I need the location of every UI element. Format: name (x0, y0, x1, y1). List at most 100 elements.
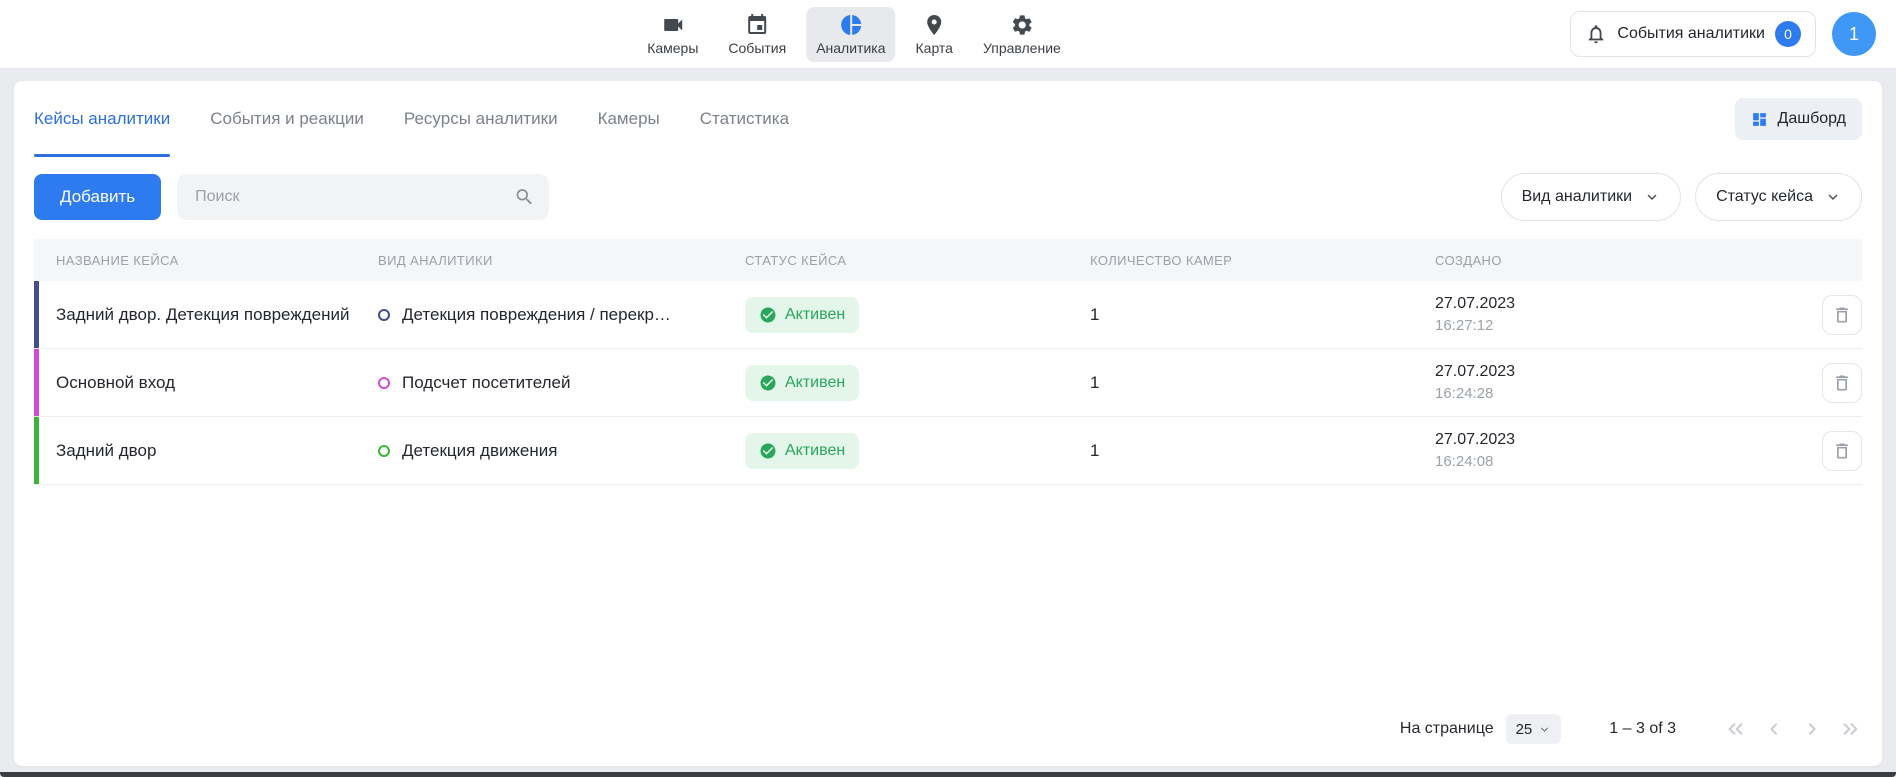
delete-case-button[interactable] (1822, 295, 1862, 335)
nav-item-cameras[interactable]: Камеры (637, 7, 708, 62)
status-label: Активен (785, 374, 845, 392)
header-right: События аналитики 0 1 (1570, 11, 1876, 57)
status-cell: Активен (745, 365, 1090, 401)
nav-item-analytics[interactable]: Аналитика (806, 7, 895, 62)
tab-statistics[interactable]: Статистика (700, 81, 789, 157)
cases-table: НАЗВАНИЕ КЕЙСА ВИД АНАЛИТИКИ СТАТУС КЕЙС… (34, 239, 1862, 485)
status-cell: Активен (745, 433, 1090, 469)
check-circle-icon (759, 374, 777, 392)
case-name: Основной вход (34, 373, 378, 393)
analytics-type-label: Подсчет посетителей (402, 373, 570, 393)
camera-count: 1 (1090, 305, 1435, 325)
nav-label-analytics: Аналитика (816, 40, 885, 56)
status-badge: Активен (745, 433, 859, 469)
window-bottom-edge (0, 772, 1896, 777)
events-count-badge: 0 (1775, 21, 1801, 47)
tabs: Кейсы аналитики События и реакции Ресурс… (34, 81, 829, 157)
gear-icon (1010, 13, 1034, 37)
trash-icon (1832, 441, 1852, 461)
analytics-type-filter[interactable]: Вид аналитики (1501, 173, 1682, 221)
pie-chart-icon (839, 13, 863, 37)
analytics-type-filter-label: Вид аналитики (1522, 188, 1633, 206)
status-label: Активен (785, 442, 845, 460)
analytics-events-label: События аналитики (1617, 25, 1765, 43)
last-page-button[interactable] (1838, 717, 1862, 741)
first-page-button[interactable] (1724, 717, 1748, 741)
actions-cell (1806, 363, 1862, 403)
case-color-stripe (34, 281, 39, 348)
col-header-created: СОЗДАНО (1435, 253, 1806, 268)
tabs-row: Кейсы аналитики События и реакции Ресурс… (34, 81, 1862, 157)
created-date: 27.07.2023 (1435, 431, 1806, 449)
prev-page-button[interactable] (1762, 717, 1786, 741)
next-page-button[interactable] (1800, 717, 1824, 741)
analytics-type-icon (378, 309, 390, 321)
nav-label-map: Карта (916, 40, 953, 56)
table-row[interactable]: Основной вход Подсчет посетителей Активе… (34, 349, 1862, 417)
main-nav: Камеры События Аналитика Карта Управлени… (637, 0, 1071, 68)
col-header-camera-count: КОЛИЧЕСТВО КАМЕР (1090, 253, 1435, 268)
check-circle-icon (759, 306, 777, 324)
status-badge: Активен (745, 297, 859, 333)
case-name: Задний двор (34, 441, 378, 461)
chevron-down-icon (1538, 723, 1551, 736)
trash-icon (1832, 305, 1852, 325)
created-cell: 27.07.2023 16:24:08 (1435, 431, 1806, 470)
double-chevron-left-icon (1724, 717, 1748, 741)
table-row[interactable]: Задний двор Детекция движения Активен 1 … (34, 417, 1862, 485)
dashboard-button[interactable]: Дашборд (1735, 98, 1863, 140)
analytics-type-icon (378, 377, 390, 389)
created-date: 27.07.2023 (1435, 295, 1806, 313)
created-time: 16:24:28 (1435, 385, 1806, 402)
table-header-row: НАЗВАНИЕ КЕЙСА ВИД АНАЛИТИКИ СТАТУС КЕЙС… (34, 239, 1862, 281)
case-status-filter-label: Статус кейса (1716, 188, 1813, 206)
toolbar: Добавить Вид аналитики Статус кейса (34, 173, 1862, 221)
calendar-icon (745, 13, 769, 37)
chevron-down-icon (1825, 189, 1841, 205)
bell-icon (1585, 23, 1607, 45)
avatar[interactable]: 1 (1832, 12, 1876, 56)
search-input[interactable] (177, 174, 549, 220)
per-page-select[interactable]: 25 (1506, 714, 1562, 744)
delete-case-button[interactable] (1822, 363, 1862, 403)
delete-case-button[interactable] (1822, 431, 1862, 471)
trash-icon (1832, 373, 1852, 393)
dashboard-button-label: Дашборд (1778, 110, 1847, 128)
search-icon (514, 187, 535, 208)
nav-label-management: Управление (983, 40, 1061, 56)
nav-item-events[interactable]: События (718, 7, 796, 62)
created-cell: 27.07.2023 16:27:12 (1435, 295, 1806, 334)
per-page-label: На странице (1400, 720, 1494, 738)
pagination-bar: На странице 25 1 – 3 of 3 (34, 698, 1862, 766)
col-header-analytics-type: ВИД АНАЛИТИКИ (378, 253, 745, 268)
col-header-case-name: НАЗВАНИЕ КЕЙСА (34, 253, 378, 268)
add-case-button[interactable]: Добавить (34, 174, 161, 220)
analytics-events-button[interactable]: События аналитики 0 (1570, 11, 1816, 57)
nav-item-map[interactable]: Карта (906, 7, 963, 62)
nav-label-events: События (728, 40, 786, 56)
nav-item-management[interactable]: Управление (973, 7, 1071, 62)
tab-cameras[interactable]: Камеры (598, 81, 660, 157)
per-page-value: 25 (1516, 721, 1533, 738)
camera-count: 1 (1090, 441, 1435, 461)
col-header-case-status: СТАТУС КЕЙСА (745, 253, 1090, 268)
tab-analytics-cases[interactable]: Кейсы аналитики (34, 81, 170, 157)
created-time: 16:27:12 (1435, 317, 1806, 334)
camera-count: 1 (1090, 373, 1435, 393)
check-circle-icon (759, 442, 777, 460)
case-color-stripe (34, 349, 39, 416)
tab-events-reactions[interactable]: События и реакции (210, 81, 364, 157)
tab-analytics-resources[interactable]: Ресурсы аналитики (404, 81, 558, 157)
chevron-left-icon (1762, 717, 1786, 741)
search-box (177, 174, 549, 220)
filters: Вид аналитики Статус кейса (1501, 173, 1862, 221)
app-header: Камеры События Аналитика Карта Управлени… (0, 0, 1896, 69)
created-cell: 27.07.2023 16:24:28 (1435, 363, 1806, 402)
double-chevron-right-icon (1838, 717, 1862, 741)
status-cell: Активен (745, 297, 1090, 333)
actions-cell (1806, 295, 1862, 335)
analytics-type-cell: Детекция повреждения / перекр… (378, 305, 745, 325)
case-name: Задний двор. Детекция повреждений (34, 305, 378, 325)
table-row[interactable]: Задний двор. Детекция повреждений Детекц… (34, 281, 1862, 349)
case-status-filter[interactable]: Статус кейса (1695, 173, 1862, 221)
